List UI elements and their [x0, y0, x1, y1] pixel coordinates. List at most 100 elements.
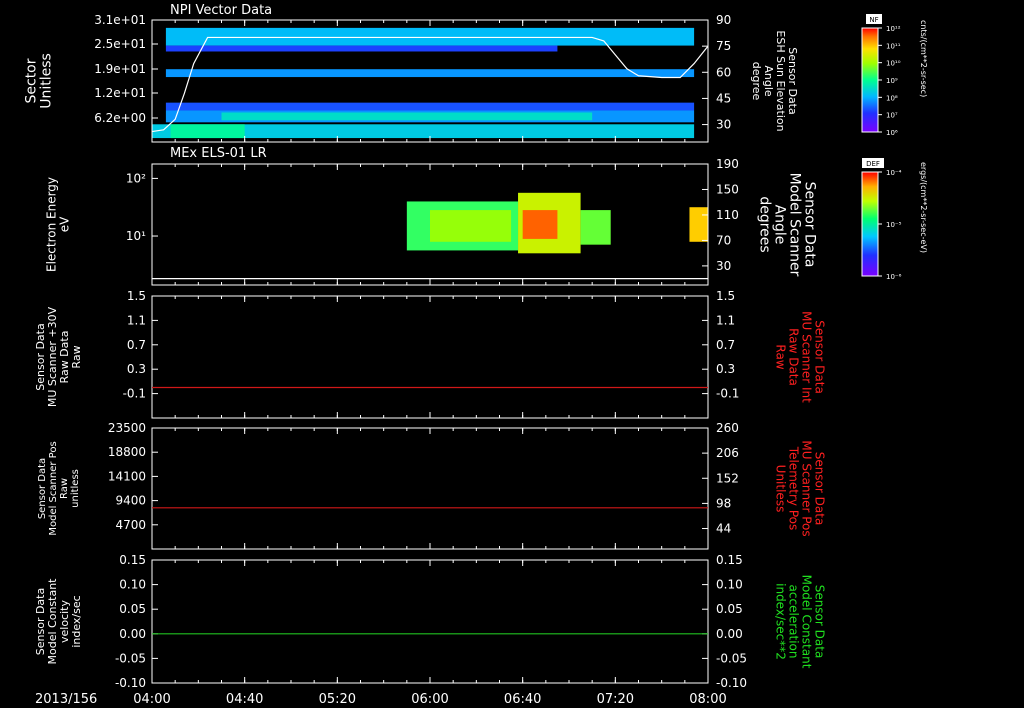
colorbar-def-tick-3: 10⁻⁶	[886, 273, 902, 281]
colorbar-def-unit: ergs/(cm**2-sr-sec-eV)	[919, 162, 928, 253]
panel-3-ylabel: Sensor Data MU Scanner +30V Raw Data Raw	[34, 306, 83, 407]
panel-5-y2tick-5: -0.05	[716, 651, 747, 665]
panel-4-ylabel: Sensor Data Model Scanner Pos Raw unitless	[37, 441, 81, 535]
panel-2-y2label-line-1: Sensor Data	[802, 182, 818, 268]
panel-2-band-5	[580, 210, 611, 245]
panel-4-y2tick-3: 152	[716, 471, 739, 485]
time-tick-7: 08:00	[689, 692, 726, 707]
panel-2-ylabel: Electron Energy eV	[45, 177, 72, 272]
colorbar-nf-tick-1: 10¹²	[886, 25, 901, 33]
panel-1-band-2	[165, 45, 558, 52]
colorbar-nf-tick-4: 10⁹	[886, 77, 898, 85]
panel-1-band-4	[165, 102, 695, 111]
panel-2: 10² 10¹ 190 150 110 70 30 Electron Energy eV Sens…	[45, 157, 818, 286]
panel-4-frame	[151, 427, 709, 550]
colorbar-def: DEF 10⁻⁴ 10⁻⁵ 10⁻⁶ ergs/(cm**2-sr-sec-eV)	[861, 158, 928, 281]
panel-1-ytick-5: 6.2e+00	[94, 111, 146, 125]
panel-3-y2label-line-3: Raw Data	[786, 328, 800, 386]
panel-1-y2label: Sensor DataESH Sun ElevationAngledegree	[750, 30, 799, 131]
time-tick-2: 04:40	[226, 692, 263, 707]
panel-2-y2tick-2: 150	[716, 182, 739, 196]
panel-1-heatmap	[152, 27, 695, 139]
panel-3-y2tick-1: 1.5	[716, 289, 735, 303]
panel-5-y2tick-2: 0.10	[716, 578, 743, 592]
panel-5-ylabel: Sensor Data Model Constant velocity index/s…	[34, 578, 83, 665]
panel-5-y2tick-3: 0.05	[716, 602, 743, 616]
panel-3-ytick-4: 0.3	[127, 362, 146, 376]
panel-3-ytick-3: 0.7	[127, 338, 146, 352]
colorbar-nf: NF 10¹² 10¹¹ 10¹⁰ 10⁹ 10⁸ 10⁷ 10⁶ cnts/(cm**2-…	[861, 14, 928, 137]
panel-2-heatmap	[406, 192, 708, 254]
colorbar-def-badge: DEF	[866, 160, 880, 168]
panel-3-y2tick-2: 1.1	[716, 313, 735, 327]
time-tick-3: 05:20	[319, 692, 356, 707]
panel-4-ylabel-line-3: Raw	[59, 478, 70, 499]
panel-5-ytick-5: -0.05	[115, 651, 146, 665]
panel-2-title: MEx ELS-01 LR	[170, 146, 267, 161]
panel-3-ytick-1: 1.5	[127, 289, 146, 303]
colorbar-nf-badge: NF	[869, 16, 878, 24]
panel-3-y2label-line-4: Raw	[773, 344, 787, 369]
panel-4-y2label: Sensor DataMU Scanner PosTelemetry PosUn…	[773, 440, 826, 536]
panel-4-ytick-3: 14100	[108, 469, 146, 483]
colorbar-nf-tick-3: 10¹⁰	[886, 60, 901, 68]
colorbar-nf-unit: cnts/(cm**2-sr-sec)	[919, 20, 928, 97]
time-axis-labels: 04:00 04:40 05:20 06:00 06:40 07:20 08:00	[133, 692, 726, 707]
panel-5-frame	[151, 559, 709, 684]
panel-2-y2label: Sensor DataModel ScannerAngledegrees	[757, 173, 818, 277]
panel-5-y2tick-6: -0.10	[716, 676, 747, 690]
panel-5-ytick-6: -0.10	[115, 676, 146, 690]
panel-1-ylabel-line-2: Unitless	[38, 53, 54, 109]
panel-2-y2label-line-4: degrees	[757, 196, 773, 252]
panel-2-ylabel-line-2: eV	[58, 216, 72, 232]
panel-1-ytick-3: 1.9e+01	[94, 62, 146, 76]
panel-2-band-4	[522, 210, 558, 239]
panel-4-y2tick-4: 98	[716, 496, 731, 510]
panel-1-y2tick-3: 60	[716, 65, 731, 79]
panel-5-y2tick-1: 0.15	[716, 553, 743, 567]
panel-3-y2tick-3: 0.7	[716, 338, 735, 352]
panel-5-y2label-line-4: index/sec**2	[773, 583, 787, 660]
panel-4-ylabel-line-1: Sensor Data	[37, 458, 48, 519]
panel-2-y2tick-5: 30	[716, 259, 731, 273]
date-label: 2013/156	[35, 692, 97, 707]
panel-1-y2tick-4: 45	[716, 91, 731, 105]
panel-4-ytick-5: 4700	[115, 518, 146, 532]
panel-5-y2label-line-1: Sensor Data	[812, 585, 826, 659]
panel-5-y2label-line-2: Model Constant	[799, 575, 813, 669]
colorbar-nf-tick-7: 10⁶	[886, 129, 898, 137]
panel-2-ylabel-line-1: Electron Energy	[45, 177, 59, 272]
time-tick-4: 06:00	[411, 692, 448, 707]
panel-4-y2label-line-4: Unitless	[773, 465, 787, 513]
panel-1-title: NPI Vector Data	[170, 3, 272, 18]
colorbar-nf-tick-5: 10⁸	[886, 94, 898, 102]
panel-2-y2tick-3: 110	[716, 208, 739, 222]
panel-5: 0.15 0.10 0.05 0.00 -0.05 -0.10 0.15 0.10 0.05 0.…	[34, 553, 826, 690]
panel-4-y2tick-5: 44	[716, 522, 731, 536]
panel-1: 3.1e+01 2.5e+01 1.9e+01 1.2e+01 6.2e+00 90 75 6…	[23, 13, 799, 143]
panel-4-y2tick-1: 260	[716, 421, 739, 435]
panel-3-ylabel-line-4: Raw	[70, 345, 83, 368]
panel-4-y2label-line-3: Telemetry Pos	[786, 446, 800, 530]
panel-5-y2label-line-3: acceleration	[786, 585, 800, 659]
spectrogram-stack: NPI Vector Data MEx ELS-01 LR 3.1e+01 2.5…	[23, 3, 928, 707]
panel-1-ylabel-line-1: Sector	[23, 58, 39, 103]
panel-1-band-1	[165, 27, 695, 46]
panel-2-band-6	[689, 207, 708, 242]
panel-5-ytick-2: 0.10	[119, 578, 146, 592]
panel-4-y2label-line-2: MU Scanner Pos	[799, 440, 813, 536]
panel-2-y2tick-1: 190	[716, 157, 739, 171]
panel-5-y2label: Sensor DataModel Constantaccelerationind…	[773, 575, 826, 669]
panel-3-ytick-5: -0.1	[123, 387, 146, 401]
panel-4-ytick-4: 9400	[115, 494, 146, 508]
panel-3-ytick-2: 1.1	[127, 313, 146, 327]
panel-5-ytick-3: 0.05	[119, 602, 146, 616]
panel-4: 23500 18800 14100 9400 4700 260 206 152 98 44 Sens…	[37, 421, 826, 550]
time-tick-1: 04:00	[133, 692, 170, 707]
panel-3-y2tick-5: -0.1	[716, 387, 739, 401]
panel-3-frame	[151, 295, 709, 419]
panel-5-y2tick-4: 0.00	[716, 627, 743, 641]
panel-5-ytick-4: 0.00	[119, 627, 146, 641]
panel-2-y2label-line-2: Model Scanner	[787, 173, 803, 277]
panel-3-y2label: Sensor DataMU Scanner IntRaw DataRaw	[773, 311, 826, 403]
